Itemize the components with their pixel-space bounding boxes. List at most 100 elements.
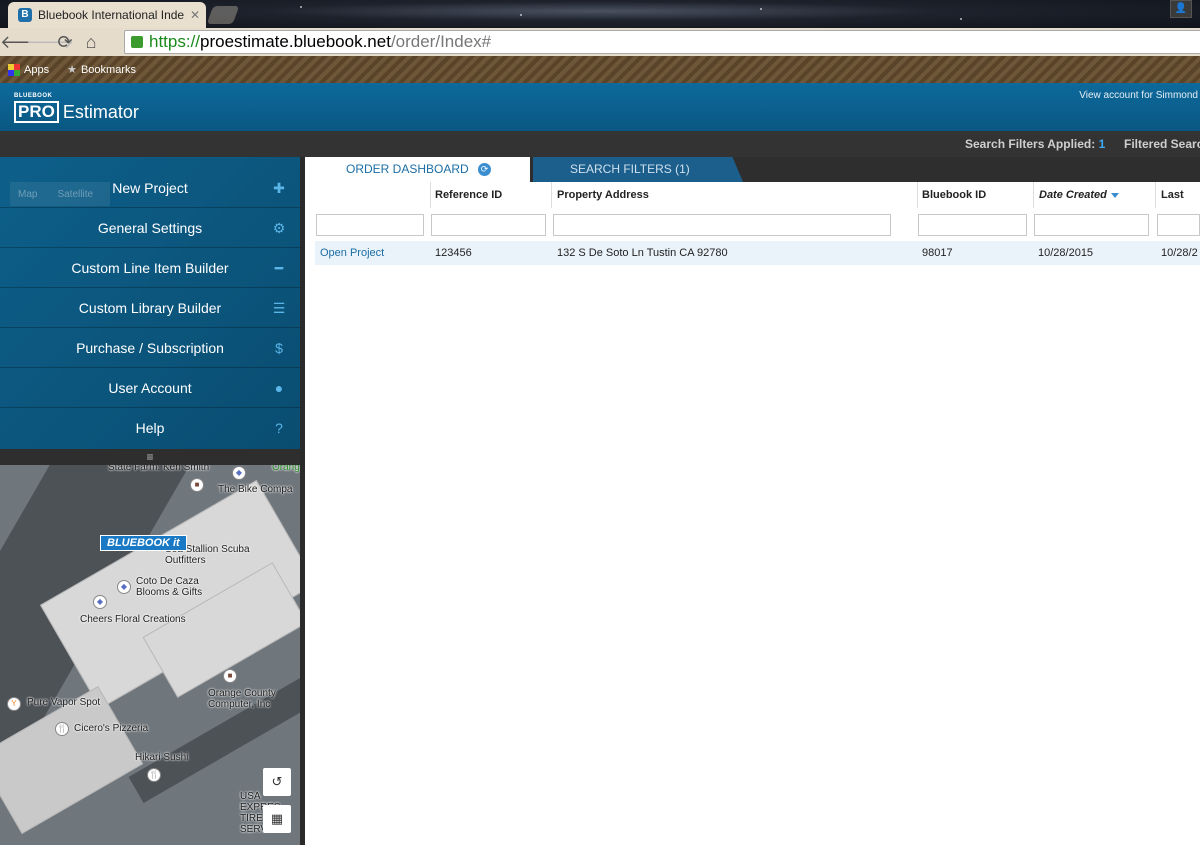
url-scheme: https:// [149,32,201,51]
bar-pin-icon[interactable]: Y [7,697,21,711]
column-header-date-created[interactable]: Date Created [1034,182,1156,208]
filter-input-bluebook-id[interactable] [918,214,1027,236]
filter-input-date-created[interactable] [1034,214,1149,236]
sidebar-resize-handle[interactable]: ≡ [0,449,300,465]
business-pin-icon[interactable]: ■ [223,669,237,683]
cell-property-address: 132 S De Soto Ln Tustin CA 92780 [557,247,728,259]
bookmark-apps-label: Apps [24,63,50,76]
sidebar-item-label: New Project [112,179,188,196]
plus-icon: ✚ [273,180,285,196]
cell-last-updated: 10/28/2 [1161,247,1198,259]
open-project-link[interactable]: Open Project [315,241,384,265]
filter-input-action[interactable] [316,214,424,236]
sidebar-item-label: Purchase / Subscription [76,339,224,356]
background-star [960,18,962,20]
list-icon: ☰ [272,300,286,316]
filter-input-property-address[interactable] [553,214,891,236]
sidebar-item-label: General Settings [97,219,203,236]
filter-status-bar: Search Filters Applied: 1 Filtered Searc [0,131,1200,157]
shop-pin-icon[interactable]: ◆ [117,580,131,594]
column-header-action [315,182,431,208]
tab-search-filters[interactable]: SEARCH FILTERS (1) [533,157,743,182]
filtered-search-label[interactable]: Filtered Searc [1124,137,1200,151]
cell-bluebook-id: 98017 [922,247,953,259]
sidebar-item-custom-line-item-builder[interactable]: Custom Line Item Builder ━ [0,248,300,288]
dollar-icon: $ [275,340,283,356]
business-pin-icon[interactable]: ■ [190,478,204,492]
shop-pin-icon[interactable]: ◆ [93,595,107,609]
column-header-last-updated[interactable]: Last Up [1156,182,1200,227]
map-layers-icon[interactable]: ▦ [263,805,291,833]
new-tab-button[interactable] [206,6,240,24]
minus-icon: ━ [274,260,284,276]
satellite-map[interactable]: State Farm: Ken Smith Orang The Bike Com… [0,465,300,845]
sidebar-item-label: Help [135,420,165,436]
search-filters-applied: Search Filters Applied: 1 [965,137,1105,151]
restaurant-pin-icon[interactable]: 🍴 [55,722,69,736]
bookmark-bookmarks[interactable]: ★ Bookmarks [67,63,136,77]
back-arrow-icon[interactable]: 🡐 [0,32,48,53]
bookmark-apps[interactable]: Apps [8,63,50,76]
sidebar-item-help[interactable]: Help ? [0,408,300,448]
sidebar-menu: Map Satellite New Project ✚ General Sett… [0,157,300,449]
sidebar-item-label: User Account [108,379,192,396]
profile-icon[interactable]: 👤 [1170,0,1192,18]
map-label: Coto De Caza Blooms & Gifts [136,576,203,598]
tab-order-dashboard[interactable]: ORDER DASHBOARD ⟳ [305,157,530,182]
column-header-property-address[interactable]: Property Address [552,182,918,208]
filters-applied-label: Search Filters Applied: [965,137,1096,151]
shop-pin-icon[interactable]: ◆ [232,466,246,480]
map-label: Hikari Sushi [135,752,189,763]
map-label: Orange County Computer, Inc [208,688,276,710]
logo-name: Estimator [62,102,139,122]
star-icon: ★ [67,64,77,76]
sort-descending-icon [1110,192,1119,198]
url-host: proestimate.bluebook.net [200,32,391,51]
map-label: Orang [272,465,300,473]
user-icon: ● [274,380,284,396]
browser-tab-strip: B Bluebook International Inde ✕ 👤 [0,0,1200,28]
map-label: The Bike Compa [218,484,293,495]
pro-estimator-logo[interactable]: BLUEBOOK PRO Estimator [14,93,139,123]
logo-pro: PRO [14,101,59,123]
rotate-map-icon[interactable]: ↺ [263,768,291,796]
filter-input-last-updated[interactable] [1157,214,1200,236]
background-star [300,6,302,8]
close-tab-icon[interactable]: ✕ [190,8,206,22]
reload-icon[interactable]: ⟳ [52,32,78,53]
main-content: ORDER DASHBOARD ⟳ SEARCH FILTERS (1) Ref… [305,157,1200,845]
tab-order-dashboard-label: ORDER DASHBOARD [346,162,469,176]
sidebar-item-label: Custom Line Item Builder [71,259,229,276]
browser-toolbar: 🡐 🡒 ⟳ ⌂ https:// proestimate.bluebook.ne… [0,28,1200,56]
map-label: State Farm: Ken Smith [108,465,210,473]
bluebook-it-badge[interactable]: BLUEBOOK it [100,535,187,551]
map-label: Cheers Floral Creations [80,614,186,625]
apps-grid-icon [8,63,20,76]
window-controls: 👤 [1170,0,1192,18]
browser-tab[interactable]: B Bluebook International Inde ✕ [8,2,206,28]
sidebar-item-general-settings[interactable]: General Settings ⚙ [0,208,300,248]
url-path: /order/Index# [390,32,492,51]
sidebar-item-user-account[interactable]: User Account ● [0,368,300,408]
filter-input-reference-id[interactable] [431,214,546,236]
restaurant-pin-icon[interactable]: 🍴 [147,768,161,782]
column-header-reference-id[interactable]: Reference ID [430,182,552,208]
home-icon[interactable]: ⌂ [78,32,104,53]
address-bar[interactable]: https:// proestimate.bluebook.net /order… [124,30,1200,54]
view-account-link[interactable]: View account for Simmond [1079,90,1198,101]
sidebar-item-purchase-subscription[interactable]: Purchase / Subscription $ [0,328,300,368]
dashboard-tabs: ORDER DASHBOARD ⟳ SEARCH FILTERS (1) [305,157,1200,182]
bookmark-bookmarks-label: Bookmarks [80,63,136,76]
bookmarks-bar: Apps ★ Bookmarks [0,56,1200,83]
logo-brand: BLUEBOOK [14,93,53,99]
refresh-icon[interactable]: ⟳ [478,163,492,177]
app-header: BLUEBOOK PRO Estimator View account for … [0,83,1200,131]
sidebar-item-custom-library-builder[interactable]: Custom Library Builder ☰ [0,288,300,328]
forward-arrow-icon[interactable]: 🡒 [26,32,74,53]
filters-applied-count[interactable]: 1 [1099,137,1106,151]
map-label: Cicero's Pizzeria [74,723,149,734]
sidebar-item-new-project[interactable]: New Project ✚ [0,168,300,208]
gear-icon: ⚙ [272,220,286,236]
column-header-bluebook-id[interactable]: Bluebook ID [917,182,1034,208]
map-label: Pure Vapor Spot [27,697,101,708]
